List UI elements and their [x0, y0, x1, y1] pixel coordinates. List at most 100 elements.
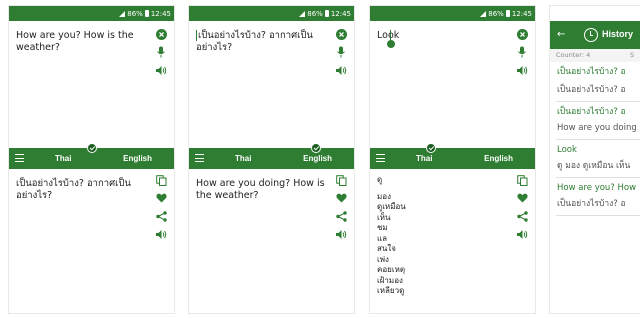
copy-icon[interactable]	[335, 174, 347, 186]
target-language-button[interactable]: English	[123, 154, 152, 163]
history-item-translation: เป็นอย่างไรบ้าง? อ	[557, 199, 626, 209]
history-item[interactable]: เป็นอย่างไรบ้าง? อ เป็นอย่างไรบ้าง? อ	[550, 64, 640, 99]
clock: 12:45	[150, 9, 171, 18]
language-bar: Thai English	[9, 143, 174, 169]
list-item: ดู	[377, 175, 383, 184]
divider	[556, 215, 640, 216]
text-cursor	[196, 30, 197, 41]
history-item[interactable]: Look ดู มอง ดูเหมือน เห็น	[550, 142, 640, 175]
copy-icon[interactable]	[155, 174, 167, 186]
translation-panel: How are you doing? How is the weather?	[189, 169, 354, 313]
translation-text: How are you doing? How is the weather?	[196, 178, 325, 201]
clock: 12:45	[511, 9, 532, 18]
status-bar: 86% 12:45	[189, 6, 354, 21]
battery-icon	[144, 10, 149, 17]
screen-1: 86% 12:45 How are you? How is the weathe…	[8, 5, 175, 314]
history-item[interactable]: เป็นอย่างไรบ้าง? อ How are you doing	[550, 104, 640, 137]
source-panel[interactable]: Look	[370, 21, 535, 148]
speaker-icon[interactable]	[516, 228, 528, 240]
heart-icon[interactable]	[155, 192, 167, 204]
list-item: เพ่ง	[377, 254, 389, 264]
source-panel[interactable]: เป็นอย่างไรบ้าง? อากาศเป็นอย่างไร?	[189, 21, 354, 148]
battery-icon	[324, 10, 329, 17]
list-item: แล	[377, 233, 388, 243]
history-list: เป็นอย่างไรบ้าง? อ เป็นอย่างไรบ้าง? อ เป…	[550, 62, 640, 216]
clock: 12:45	[330, 9, 351, 18]
list-item: คอยเหตุ	[377, 265, 406, 274]
language-bar: Thai English	[370, 143, 535, 169]
microphone-icon[interactable]	[335, 46, 347, 58]
share-icon[interactable]	[335, 210, 347, 222]
screen-history: ← History Counter: 4 S เป็นอย่างไรบ้าง? …	[549, 5, 640, 314]
speaker-icon[interactable]	[155, 228, 167, 240]
copy-icon[interactable]	[516, 174, 528, 186]
source-text-value: เป็นอย่างไรบ้าง? อากาศเป็นอย่างไร?	[196, 30, 313, 53]
speaker-icon[interactable]	[516, 64, 528, 76]
page-title: History	[602, 29, 634, 39]
share-icon[interactable]	[155, 210, 167, 222]
source-text-input[interactable]: How are you? How is the weather?	[16, 30, 151, 54]
status-bar: 86% 12:45	[370, 6, 535, 21]
history-item-source: Look	[557, 145, 577, 155]
source-language-button[interactable]: Thai	[55, 154, 71, 163]
microphone-icon[interactable]	[155, 46, 167, 58]
history-item-source: How are you? How	[557, 183, 637, 193]
heart-icon[interactable]	[516, 192, 528, 204]
history-item[interactable]: How are you? How เป็นอย่างไรบ้าง? อ	[550, 180, 640, 213]
battery-level: 86%	[488, 9, 504, 18]
battery-icon	[505, 10, 510, 17]
list-item: สนใจ	[377, 244, 396, 253]
swap-languages-button[interactable]	[425, 143, 436, 153]
swap-languages-button[interactable]	[86, 143, 97, 153]
cursor-handle[interactable]	[387, 40, 395, 48]
divider	[556, 139, 640, 140]
hamburger-menu-icon[interactable]	[195, 154, 204, 162]
heart-icon[interactable]	[335, 192, 347, 204]
history-item-source: เป็นอย่างไรบ้าง? อ	[557, 67, 626, 77]
source-panel[interactable]: How are you? How is the weather?	[9, 21, 174, 148]
close-circle-icon[interactable]	[155, 28, 167, 40]
speaker-icon[interactable]	[335, 64, 347, 76]
close-circle-icon[interactable]	[516, 28, 528, 40]
close-circle-icon[interactable]	[335, 28, 347, 40]
target-language-button[interactable]: English	[484, 154, 513, 163]
battery-level: 86%	[307, 9, 323, 18]
list-item: ดูเหมือน	[377, 202, 406, 211]
divider	[556, 177, 640, 178]
translation-panel: เป็นอย่างไรบ้าง? อากาศเป็นอย่างไร?	[9, 169, 174, 313]
target-language-button[interactable]: English	[303, 154, 332, 163]
share-icon[interactable]	[516, 210, 528, 222]
history-counter: Counter: 4	[556, 51, 591, 59]
list-item: เห็น	[377, 212, 391, 222]
signal-icon	[480, 10, 487, 17]
history-item-source: เป็นอย่างไรบ้าง? อ	[557, 107, 626, 117]
source-language-button[interactable]: Thai	[235, 154, 251, 163]
hamburger-menu-icon[interactable]	[15, 154, 24, 162]
sort-label[interactable]: S	[630, 49, 634, 62]
divider	[556, 101, 640, 102]
speaker-icon[interactable]	[335, 228, 347, 240]
translation-text: เป็นอย่างไรบ้าง? อากาศเป็นอย่างไร?	[16, 178, 131, 201]
speaker-icon[interactable]	[155, 64, 167, 76]
signal-icon	[119, 10, 126, 17]
language-bar: Thai English	[189, 143, 354, 169]
list-item: เฝ้ามอง	[377, 275, 403, 285]
history-counter-bar: Counter: 4 S	[550, 49, 640, 62]
translation-panel: ดู มอง ดูเหมือน เห็น ชม แล สนใจ เพ่ง คอย…	[370, 169, 535, 313]
source-language-button[interactable]: Thai	[416, 154, 432, 163]
translation-word-list: ดู มอง ดูเหมือน เห็น ชม แล สนใจ เพ่ง คอย…	[377, 175, 497, 297]
status-bar: 86% 12:45	[9, 6, 174, 21]
history-item-translation: เป็นอย่างไรบ้าง? อ	[557, 85, 626, 95]
battery-level: 86%	[127, 9, 143, 18]
history-item-translation: ดู มอง ดูเหมือน เห็น	[557, 161, 631, 171]
swap-languages-button[interactable]	[310, 143, 321, 153]
source-text-input[interactable]: เป็นอย่างไรบ้าง? อากาศเป็นอย่างไร?	[196, 30, 331, 54]
clock-icon	[584, 28, 598, 42]
back-arrow-icon[interactable]: ←	[557, 29, 565, 40]
list-item: เหลียวดู	[377, 286, 405, 295]
list-item: มอง	[377, 191, 391, 201]
history-header: ← History	[550, 21, 640, 49]
source-text-input[interactable]: Look	[377, 30, 512, 42]
microphone-icon[interactable]	[516, 46, 528, 58]
hamburger-menu-icon[interactable]	[376, 154, 385, 162]
